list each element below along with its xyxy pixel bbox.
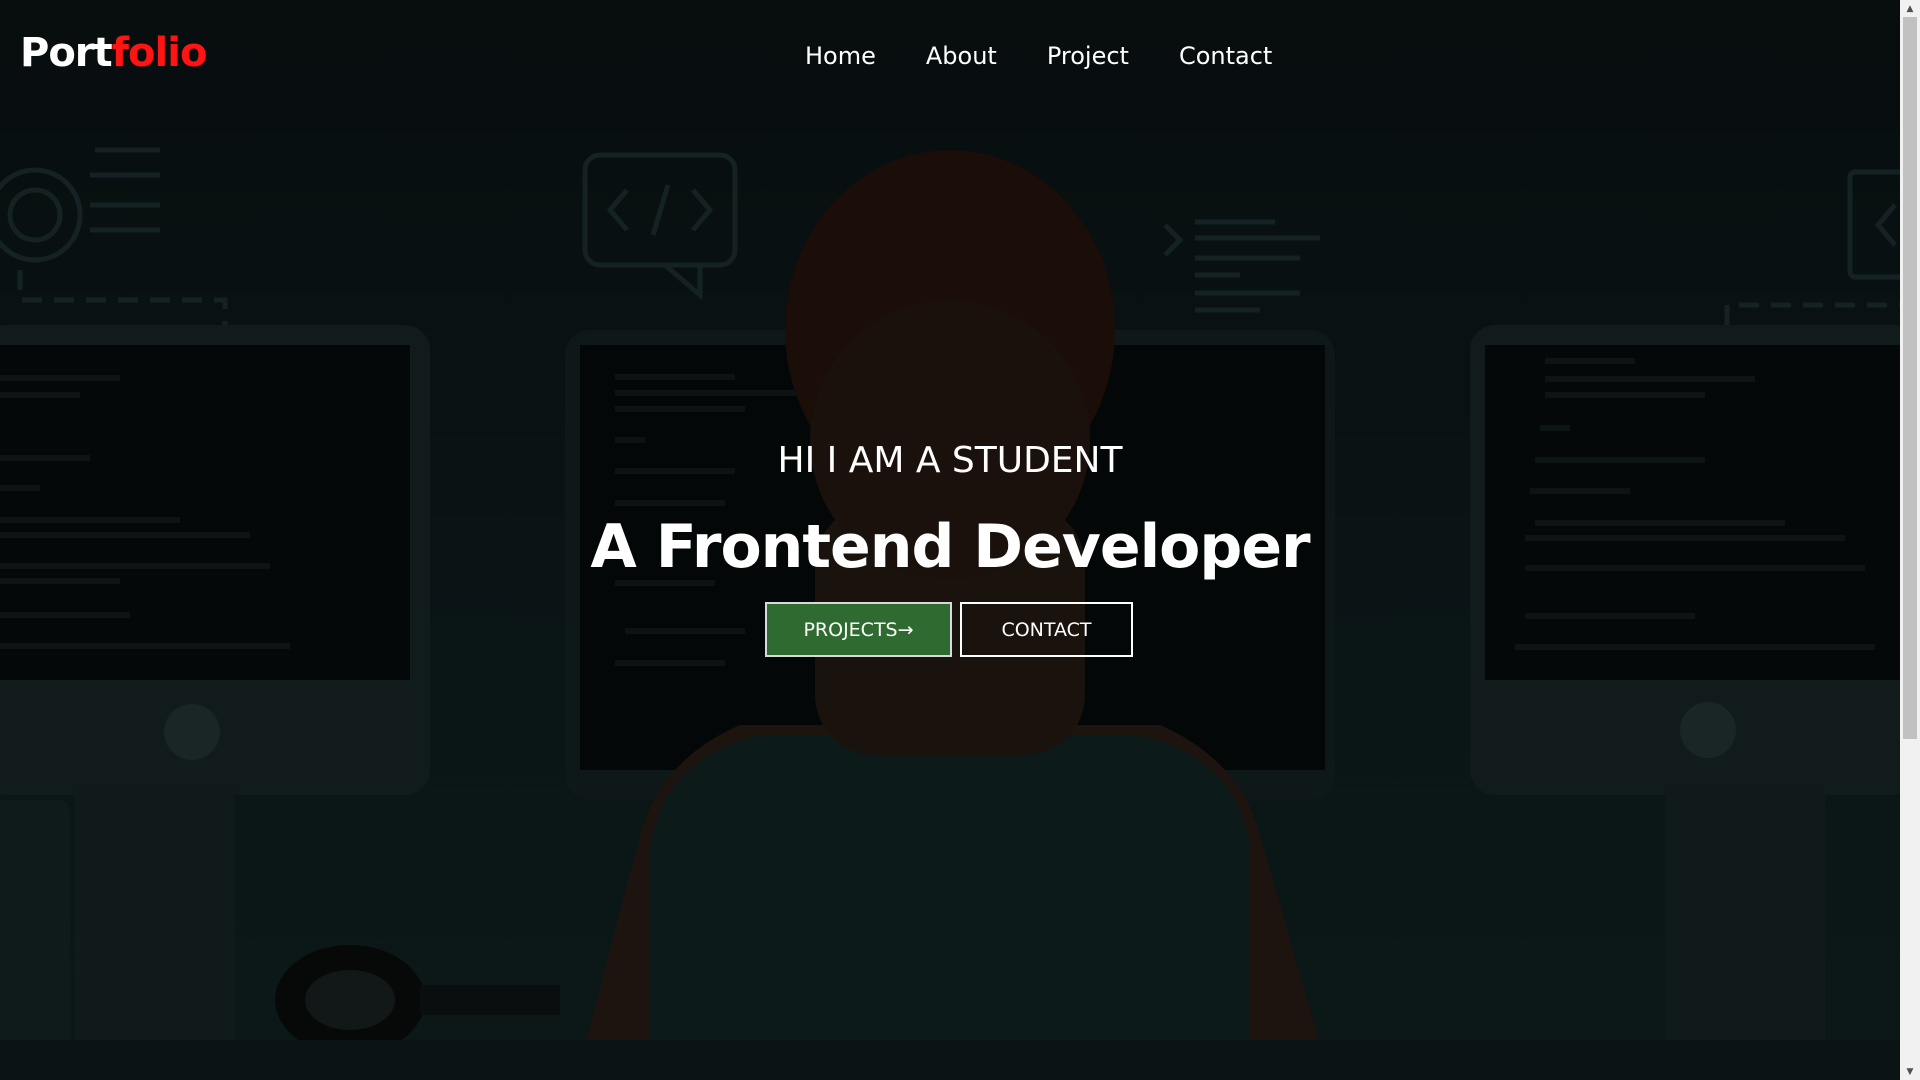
contact-button[interactable]: CONTACT [960,602,1133,657]
hero-subtitle: HI I AM A STUDENT [777,440,1123,481]
logo-text-port: Port [20,30,113,76]
logo-text-folio: folio [111,30,208,76]
nav-link-about[interactable]: About [901,38,1022,74]
navbar: Portfolio Home About Project Contact [0,0,1900,112]
nav-menu: Home About Project Contact [780,38,1297,74]
nav-link-home[interactable]: Home [780,38,901,74]
target-lines-icon [0,147,228,325]
scroll-down-arrow-icon[interactable]: ▼ [1900,1063,1920,1080]
vertical-scrollbar[interactable]: ▲ ▼ [1900,0,1920,1080]
nav-link-contact[interactable]: Contact [1154,38,1297,74]
nav-link-project[interactable]: Project [1022,38,1154,74]
right-monitor-graphic [1470,325,1900,1040]
portfolio-page: Portfolio Home About Project Contact HI … [0,0,1900,1080]
site-logo[interactable]: Portfolio [20,30,208,76]
code-bubble-icon [582,152,738,301]
hero-title: A Frontend Developer [590,512,1310,582]
hero-buttons: PROJECTS→ CONTACT [765,602,1133,657]
scrollbar-thumb[interactable] [1903,17,1917,739]
right-window-icon [1724,169,1900,325]
scroll-up-arrow-icon[interactable]: ▲ [1900,0,1920,17]
text-lines-icon [1163,219,1320,313]
mouse-graphic [275,945,560,1055]
projects-button[interactable]: PROJECTS→ [765,602,952,657]
